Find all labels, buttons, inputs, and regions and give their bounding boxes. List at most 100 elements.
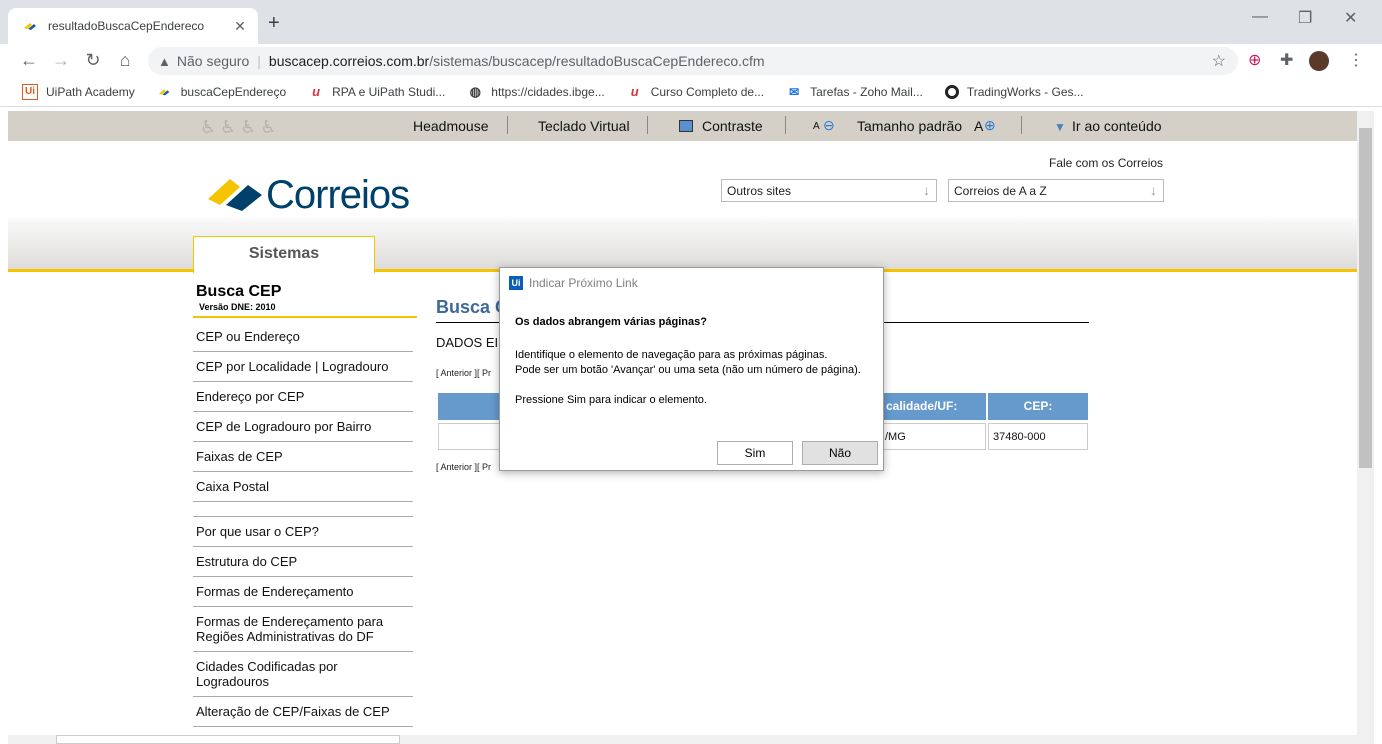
arrow-down-icon: ↓ [923,182,930,198]
headmouse-link[interactable]: Headmouse [413,118,489,134]
dialog-titlebar: Ui Indicar Próximo Link [509,276,638,290]
back-icon[interactable]: ← [16,50,42,71]
vertical-scroll-thumb[interactable] [1359,128,1372,468]
font-decrease-icon[interactable]: ⊖ [823,117,835,134]
divider [193,502,413,517]
divider [507,116,508,134]
sidebar-item-cep-localidade[interactable]: CEP por Localidade | Logradouro [193,359,413,382]
close-window-icon[interactable]: ✕ [1344,8,1357,28]
divider [193,316,417,318]
correios-a-z-select[interactable]: Correios de A a Z ↓ [948,179,1164,202]
globe-icon: ◍ [469,83,481,99]
font-default-link[interactable]: Tamanho padrão [857,118,962,134]
sidebar-version: Versão DNE: 2010 [199,302,276,312]
bookmark-label: https://cidades.ibge... [491,84,605,99]
no-button[interactable]: Não [802,441,878,465]
uipath-icon: Ui [22,83,38,100]
address-bar[interactable]: ▲ Não seguro | buscacep.correios.com.br … [148,47,1238,75]
dados-heading: DADOS EI [436,335,499,350]
table-header-localidade: calidade/UF: [884,393,986,420]
font-decrease-label: A [813,121,820,132]
select-value: Outros sites [727,184,792,198]
minimize-icon[interactable]: — [1252,8,1268,26]
bookmark-item[interactable]: Ui UiPath Academy [22,83,135,100]
pagination-bottom[interactable]: [ Anterior ][ Pr [436,462,491,472]
bookmark-label: RPA e UiPath Studi... [332,84,446,99]
sidebar-item-alteracao-cep[interactable]: Alteração de CEP/Faixas de CEP [193,704,413,727]
reload-icon[interactable]: ↻ [80,50,106,71]
bookmark-label: Tarefas - Zoho Mail... [810,84,923,99]
restore-icon[interactable]: ❐ [1298,8,1312,28]
bookmark-star-icon[interactable]: ☆ [1212,51,1226,71]
browser-toolbar: ← → ↻ ⌂ ▲ Não seguro | buscacep.correios… [0,44,1382,77]
sidebar-item-caixa-postal[interactable]: Caixa Postal [193,479,413,502]
arrow-down-icon: ↓ [1150,182,1157,198]
browser-tab[interactable]: resultadoBuscaCepEndereco ✕ [8,8,258,44]
logo-text: Correios [266,173,410,217]
home-icon[interactable]: ⌂ [112,50,138,71]
table-cell-cep: 37480-000 [988,423,1088,450]
bookmark-item[interactable]: buscaCepEndereço [157,84,286,100]
yes-button[interactable]: Sim [717,441,793,465]
sidebar-item-formas[interactable]: Formas de Endereçamento [193,584,413,607]
tab-title: resultadoBuscaCepEndereco [48,19,205,33]
dialog-title: Indicar Próximo Link [529,276,638,290]
correios-mark-icon [208,179,262,211]
select-value: Correios de A a Z [954,184,1047,198]
bookmark-item[interactable]: ◍ https://cidades.ibge... [467,83,605,100]
bookmark-label: buscaCepEndereço [180,84,287,99]
dialog-body: Identifique o elemento de navegação para… [515,349,861,406]
teclado-virtual-link[interactable]: Teclado Virtual [538,118,630,134]
extensions-puzzle-icon[interactable]: ✚ [1280,50,1293,70]
font-increase-icon[interactable]: ⊕ [984,117,996,134]
accessibility-people-icon: ♿︎♿︎♿︎♿︎ [200,117,281,137]
bookmark-label: UiPath Academy [46,84,135,99]
bookmark-item[interactable]: TradingWorks - Ges... [944,84,1084,99]
sidebar-item-estrutura[interactable]: Estrutura do CEP [193,554,413,577]
divider [1021,116,1022,134]
correios-favicon-icon [22,18,38,34]
sidebar-item-formas-df[interactable]: Formas de Endereçamento para Regiões Adm… [193,614,413,652]
security-label: Não seguro [176,53,250,69]
sidebar-item-endereco-cep[interactable]: Endereço por CEP [193,389,413,412]
sidebar-item-cep-endereco[interactable]: CEP ou Endereço [193,329,413,352]
profile-avatar-icon[interactable] [1309,51,1329,71]
menu-kebab-icon[interactable]: ⋮ [1348,50,1364,70]
bookmark-item[interactable]: u RPA e UiPath Studi... [308,84,445,100]
sidebar-item-faixas-cep[interactable]: Faixas de CEP [193,449,413,472]
bookmark-label: TradingWorks - Ges... [966,84,1084,99]
udemy-icon: u [630,84,639,99]
bookmark-item[interactable]: u Curso Completo de... [627,84,764,100]
page-title: Busca C [436,297,509,317]
sidebar-item-cidades-codificadas[interactable]: Cidades Codificadas por Logradouros [193,659,413,697]
dialog-question: Os dados abrangem várias páginas? [515,316,707,328]
new-tab-icon[interactable]: + [268,12,280,35]
divider [785,116,786,134]
tab-strip: resultadoBuscaCepEndereco ✕ + — ❐ ✕ [0,0,1382,44]
correios-logo[interactable]: Correios [206,169,410,217]
correios-icon [157,84,173,100]
fale-com-correios-link[interactable]: Fale com os Correios [1049,156,1163,170]
forward-icon[interactable]: → [48,50,74,71]
warning-icon: ▲ [158,53,171,69]
url-path: /sistemas/buscacep/resultadoBuscaCepEnde… [429,53,765,69]
divider [647,116,648,134]
download-extension-icon[interactable]: ⊕ [1248,50,1261,70]
sidebar-item-por-que-usar[interactable]: Por que usar o CEP? [193,524,413,547]
ir-ao-conteudo-link[interactable]: Ir ao conteúdo [1072,118,1162,134]
sidebar-item-cep-bairro[interactable]: CEP de Logradouro por Bairro [193,419,413,442]
horizontal-scroll-thumb[interactable] [56,735,400,744]
pagination-top[interactable]: [ Anterior ][ Pr [436,368,491,378]
close-tab-icon[interactable]: ✕ [232,18,248,35]
tab-sistemas[interactable]: Sistemas [193,236,375,273]
zoho-icon: ✉ [789,84,800,99]
uipath-icon: Ui [509,276,523,290]
font-increase-label: A [974,118,984,134]
tradingworks-icon [944,84,959,99]
bookmark-item[interactable]: ✉ Tarefas - Zoho Mail... [786,84,923,100]
contraste-link[interactable]: Contraste [702,118,763,134]
url-separator: | [257,53,261,69]
bookmark-label: Curso Completo de... [650,84,765,99]
sidebar-title: Busca CEP [196,283,282,300]
outros-sites-select[interactable]: Outros sites ↓ [721,179,937,202]
